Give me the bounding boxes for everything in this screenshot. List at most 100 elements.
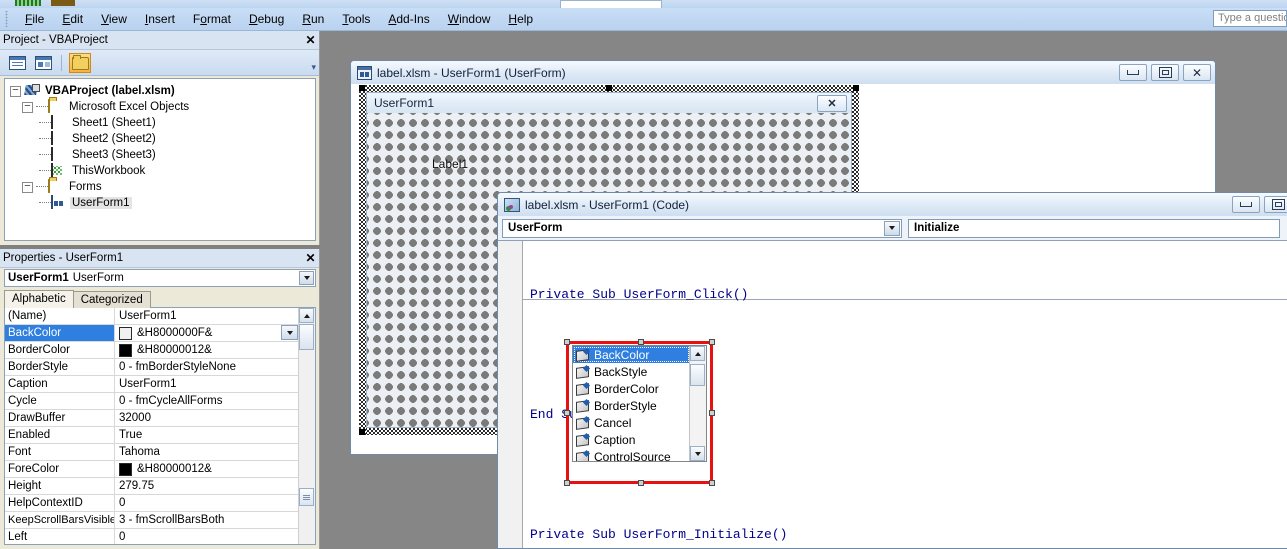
property-name: BackColor [5, 325, 115, 341]
resize-handle-ne[interactable] [853, 85, 859, 91]
tree-item-userform1[interactable]: UserForm1 [5, 195, 315, 211]
object-combo-value: UserForm [508, 222, 563, 234]
property-value[interactable]: 0 - fmBorderStyleNone [115, 359, 315, 375]
property-value[interactable]: 279.75 [115, 478, 315, 494]
property-value[interactable]: 0 [115, 495, 315, 511]
view-object-button[interactable] [32, 53, 54, 73]
expander-icon[interactable]: – [22, 101, 33, 113]
property-value[interactable]: UserForm1 [115, 376, 315, 392]
restore-button[interactable] [1151, 64, 1179, 81]
property-row[interactable]: Font Tahoma [5, 444, 315, 461]
property-row[interactable]: Caption UserForm1 [5, 376, 315, 393]
property-row[interactable]: (Name) UserForm1 [5, 308, 315, 325]
property-row[interactable]: BorderStyle 0 - fmBorderStyleNone [5, 359, 315, 376]
expander-icon[interactable]: – [22, 181, 33, 193]
toolbar-icon-left[interactable] [15, 0, 41, 6]
tab-categorized[interactable]: Categorized [72, 291, 151, 308]
tree-item-forms[interactable]: – Forms [5, 179, 315, 195]
tree-item-label: Sheet3 (Sheet3) [72, 149, 156, 161]
label1-control[interactable]: Label1 [432, 157, 468, 171]
resize-handle-nw[interactable] [359, 85, 365, 91]
property-value[interactable]: True [115, 427, 315, 443]
menu-insert[interactable]: Insert [136, 10, 184, 28]
menu-addins[interactable]: Add-Ins [379, 10, 438, 28]
property-value[interactable]: &H80000012& [115, 342, 315, 358]
toggle-folders-button[interactable] [69, 52, 91, 73]
menu-help[interactable]: Help [499, 10, 542, 28]
property-row[interactable]: Enabled True [5, 427, 315, 444]
tree-item-sheet1[interactable]: Sheet1 (Sheet1) [5, 115, 315, 131]
property-value[interactable]: 3 - fmScrollBarsBoth [115, 512, 315, 528]
worksheet-icon [51, 131, 67, 146]
menu-edit[interactable]: Edit [53, 10, 92, 28]
project-tree[interactable]: – VBAProject (label.xlsm) – Microsoft Ex… [4, 78, 316, 241]
view-code-button[interactable] [6, 53, 28, 73]
tree-item-label: Forms [69, 181, 102, 193]
tree-item-label: Sheet1 (Sheet1) [72, 117, 156, 129]
restore-button[interactable] [1264, 196, 1287, 213]
scrollbar-thumb[interactable] [299, 324, 314, 350]
close-icon[interactable]: ✕ [304, 34, 317, 47]
userform-close-button[interactable]: ✕ [817, 95, 847, 112]
menu-window[interactable]: Window [439, 10, 500, 28]
property-value[interactable]: UserForm1 [115, 308, 315, 324]
procedure-combo[interactable]: Initialize [908, 218, 1280, 238]
properties-object-combo[interactable]: UserForm1 UserForm [4, 269, 316, 287]
code-indicator-margin[interactable] [498, 241, 523, 548]
resize-handle-sw[interactable] [359, 429, 365, 435]
minimize-button[interactable] [1232, 196, 1260, 213]
tree-item-label: Microsoft Excel Objects [69, 101, 190, 113]
userform-caption: UserForm1 [374, 96, 435, 110]
property-row[interactable]: Height 279.75 [5, 478, 315, 495]
minimize-button[interactable] [1119, 64, 1147, 81]
property-value[interactable]: Tahoma [115, 444, 315, 460]
menu-file[interactable]: File [16, 10, 53, 28]
code-titlebar[interactable]: label.xlsm - UserForm1 (Code) [498, 193, 1287, 217]
scroll-up-button[interactable] [299, 308, 314, 323]
help-question-input[interactable]: Type a question for help [1213, 10, 1287, 27]
designer-titlebar[interactable]: label.xlsm - UserForm1 (UserForm) ✕ [351, 61, 1215, 85]
resize-handle-n[interactable] [606, 85, 612, 91]
close-icon[interactable]: ✕ [304, 252, 317, 265]
property-row[interactable]: Cycle 0 - fmCycleAllForms [5, 393, 315, 410]
property-value[interactable]: 0 - fmCycleAllForms [115, 393, 315, 409]
property-value[interactable]: &H80000012& [115, 461, 315, 477]
toolbar-icon-folder[interactable] [51, 0, 75, 6]
close-button[interactable]: ✕ [1183, 64, 1211, 81]
menu-tools[interactable]: Tools [333, 10, 379, 28]
property-name: Cycle [5, 393, 115, 409]
toolbar-overflow-chevron[interactable]: ▾ [311, 62, 316, 73]
property-row[interactable]: BorderColor &H80000012& [5, 342, 315, 359]
tab-alphabetic[interactable]: Alphabetic [4, 290, 74, 308]
chevron-down-icon[interactable] [281, 325, 298, 340]
property-value[interactable]: 32000 [115, 410, 315, 426]
menu-run[interactable]: Run [293, 10, 333, 28]
color-swatch [119, 326, 132, 340]
menu-view[interactable]: View [92, 10, 136, 28]
property-row[interactable]: Left 0 [5, 529, 315, 544]
userform-titlebar[interactable]: UserForm1 ✕ [367, 93, 851, 114]
menu-debug[interactable]: Debug [240, 10, 293, 28]
menu-grip-handle[interactable] [3, 11, 12, 27]
property-row[interactable]: KeepScrollBarsVisible 3 - fmScrollBarsBo… [5, 512, 315, 529]
property-row-backcolor[interactable]: BackColor &H8000000F& [5, 325, 315, 342]
property-row[interactable]: DrawBuffer 32000 [5, 410, 315, 427]
chevron-down-icon[interactable] [884, 220, 900, 236]
property-row[interactable]: HelpContextID 0 [5, 495, 315, 512]
chevron-down-icon[interactable] [299, 271, 314, 285]
property-row[interactable]: ForeColor &H80000012& [5, 461, 315, 478]
scrollbar-grip[interactable] [299, 488, 314, 506]
object-combo[interactable]: UserForm [502, 218, 902, 238]
property-value[interactable]: 0 [115, 529, 315, 544]
expander-icon[interactable]: – [10, 85, 21, 97]
annotation-handle-w [564, 410, 570, 416]
tree-item-excel-objects[interactable]: – Microsoft Excel Objects [5, 99, 315, 115]
properties-scrollbar[interactable] [298, 308, 315, 544]
menu-format[interactable]: Format [184, 10, 240, 28]
tree-item-sheet3[interactable]: Sheet3 (Sheet3) [5, 147, 315, 163]
tree-item-sheet2[interactable]: Sheet2 (Sheet2) [5, 131, 315, 147]
properties-grid[interactable]: (Name) UserForm1 BackColor &H8000000F& B… [4, 307, 316, 545]
restore-icon [1158, 67, 1172, 78]
tree-connector [39, 170, 51, 172]
property-value[interactable]: &H8000000F& [115, 325, 315, 341]
